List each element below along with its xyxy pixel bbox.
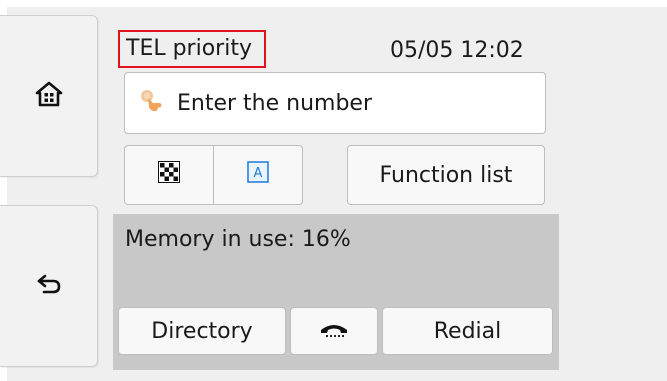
redial-button[interactable]: Redial [382, 307, 553, 355]
number-placeholder: Enter the number [177, 90, 373, 116]
finger-tap-icon [139, 88, 165, 118]
function-list-button[interactable]: Function list [347, 145, 545, 205]
scan-contrast-icon: A [247, 161, 269, 189]
checkerboard-icon [157, 160, 181, 189]
back-button[interactable] [0, 205, 98, 367]
memory-in-use-text: Memory in use: 16% [125, 227, 351, 252]
date-time: 05/05 12:02 [390, 38, 524, 63]
tel-priority-label: TEL priority [118, 30, 266, 68]
on-hook-button[interactable] [290, 307, 378, 355]
directory-button[interactable]: Directory [118, 307, 286, 355]
back-arrow-icon [35, 273, 63, 299]
number-entry-field[interactable]: Enter the number [124, 72, 546, 134]
home-button[interactable] [0, 15, 98, 177]
home-icon [35, 80, 63, 112]
on-hook-icon [318, 319, 350, 344]
scan-contrast-button[interactable]: A [213, 145, 303, 205]
svg-text:A: A [254, 166, 263, 181]
resolution-button[interactable] [124, 145, 214, 205]
